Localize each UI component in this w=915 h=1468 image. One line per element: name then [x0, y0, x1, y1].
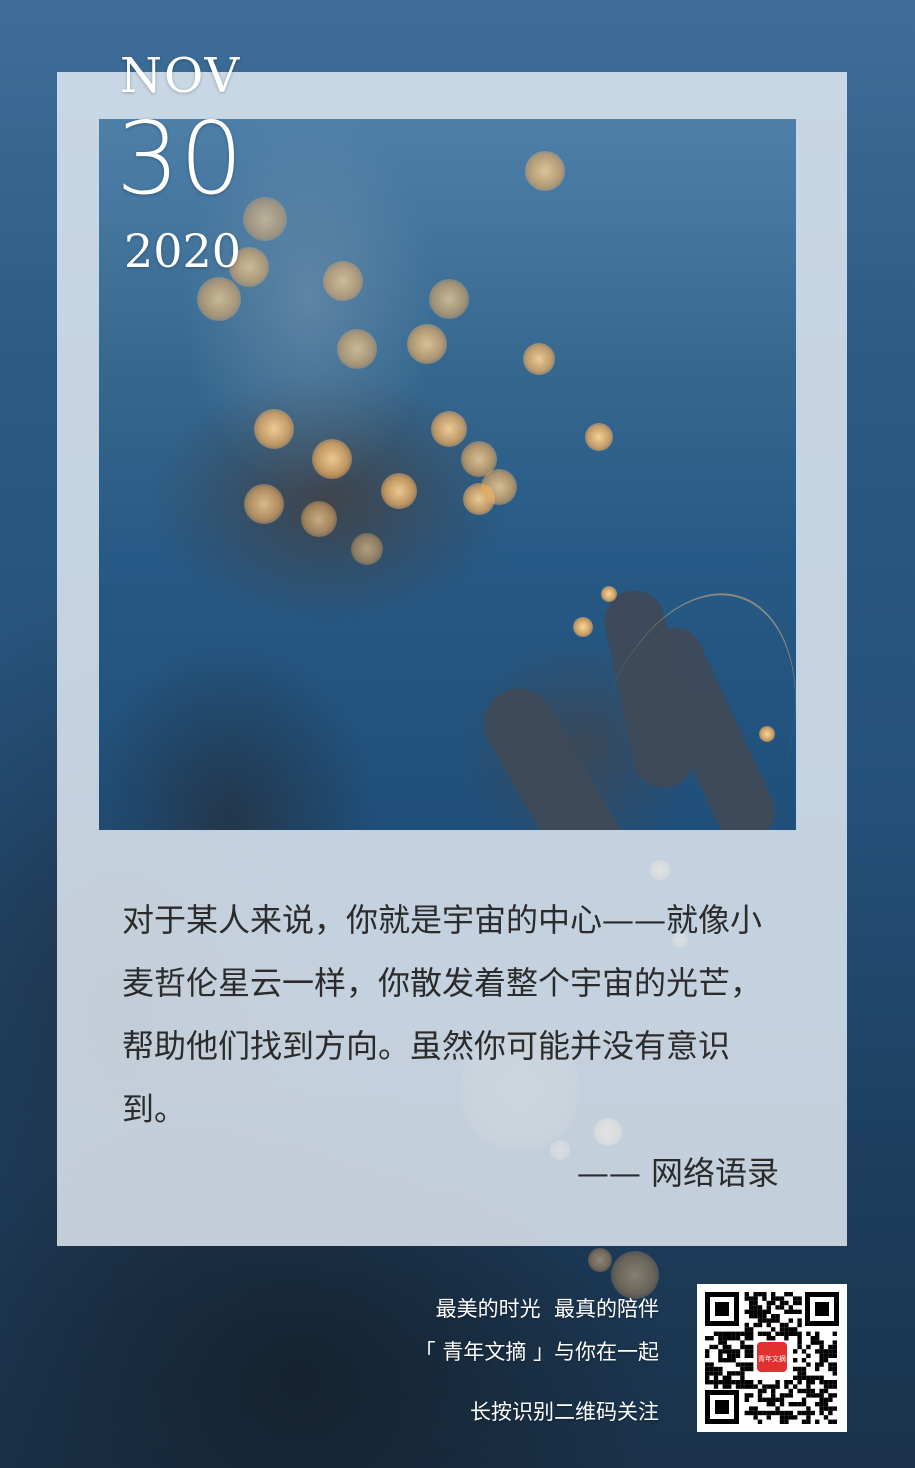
quote-text: 对于某人来说，你就是宇宙的中心——就像小麦哲伦星云一样，你散发着整个宇宙的光芒，…	[122, 901, 763, 1128]
bokeh-light	[523, 343, 555, 375]
date-month: NOV	[120, 48, 242, 104]
bokeh-light	[312, 439, 352, 479]
bokeh-light	[429, 279, 469, 319]
date-day: 30	[116, 100, 244, 217]
date-year: 2020	[124, 224, 242, 278]
bokeh-light	[585, 423, 613, 451]
footer-brand-line: 「 青年文摘 」与你在一起	[414, 1340, 659, 1364]
bokeh-light	[381, 473, 417, 509]
bokeh-light	[588, 1248, 612, 1272]
bokeh-light	[481, 469, 517, 505]
bokeh-light	[244, 484, 284, 524]
bokeh-light	[601, 586, 617, 602]
footer-qr-hint: 长按识别二维码关注	[470, 1400, 659, 1424]
qr-code[interactable]: 青年文摘	[697, 1284, 847, 1432]
qr-logo-text: 青年文摘	[758, 1354, 786, 1363]
footer-slogan: 最美的时光 最真的陪伴	[435, 1297, 659, 1321]
bokeh-light	[431, 411, 467, 447]
bokeh-light	[611, 1251, 659, 1299]
bokeh-light	[351, 533, 383, 565]
bokeh-light	[759, 726, 775, 742]
bokeh-light	[573, 617, 593, 637]
bokeh-light	[337, 329, 377, 369]
qr-code-pattern: 青年文摘	[705, 1292, 839, 1424]
bokeh-light	[254, 409, 294, 449]
bokeh-light	[197, 277, 241, 321]
bokeh-light	[243, 197, 287, 241]
bokeh-light	[323, 261, 363, 301]
bokeh-light	[407, 324, 447, 364]
bokeh-light	[301, 501, 337, 537]
quote-source: —— 网络语录	[576, 1154, 779, 1192]
bokeh-light	[525, 151, 565, 191]
